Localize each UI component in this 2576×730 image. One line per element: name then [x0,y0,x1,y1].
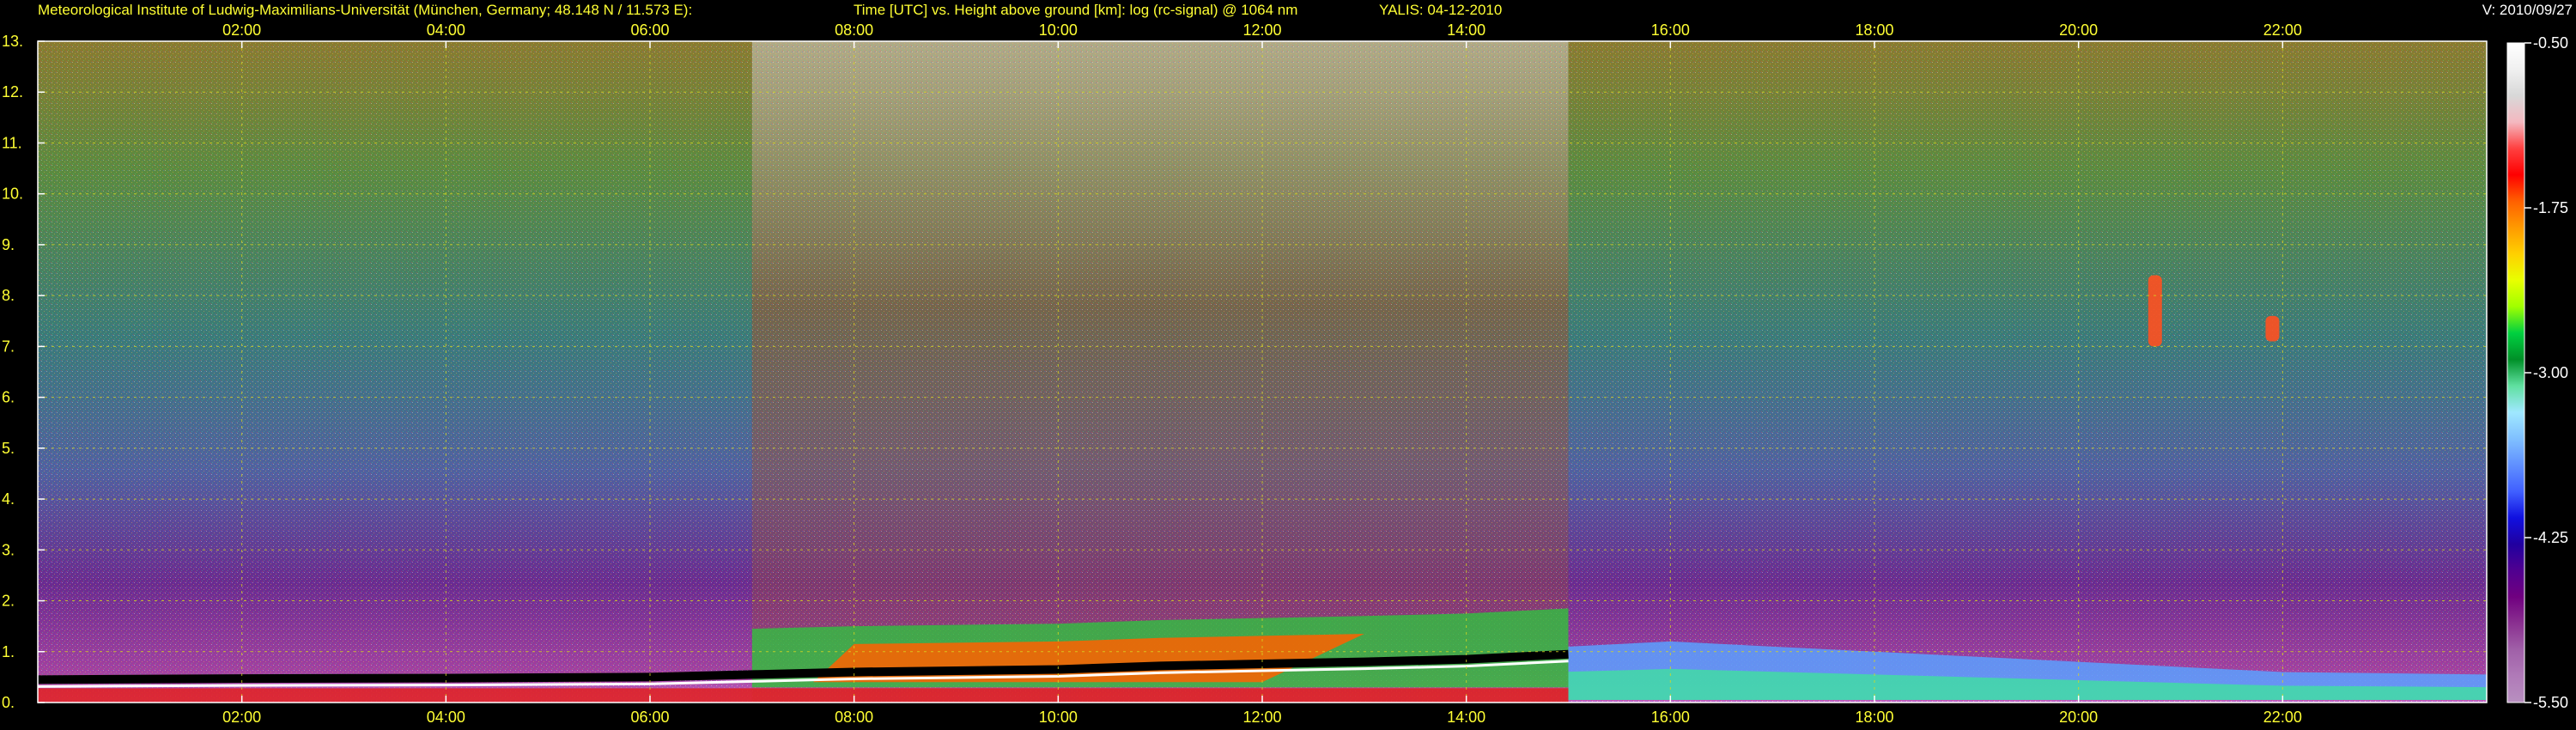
colorbar-tick-label: -0.50 [2533,34,2568,52]
y-tick-label: 4. [2,490,15,508]
y-tick-label: 6. [2,389,15,406]
x-tick-label-bottom: 20:00 [2059,709,2098,726]
colorbar: -0.50 -1.75 -3.00 -4.25 -5.50 [2506,34,2568,711]
y-tick-label: 7. [2,338,15,355]
x-tick-label-top: 02:00 [222,21,261,39]
lidar-chart: 02:00 04:00 06:00 08:00 10:00 12:00 14:00 16:00… [2,21,2568,726]
y-tick-label: 5. [2,440,15,457]
x-tick-label-top: 12:00 [1242,21,1281,39]
x-tick-label-top: 06:00 [630,21,669,39]
x-tick-label-bottom: 02:00 [222,709,261,726]
x-tick-label-bottom: 16:00 [1651,709,1690,726]
x-tick-label-top: 14:00 [1447,21,1485,39]
colorbar-tick-label: -5.50 [2533,694,2568,711]
y-tick-label: 8. [2,287,15,304]
y-tick-label: 3. [2,541,15,558]
x-tick-label-top: 04:00 [427,21,465,39]
x-tick-label-top: 08:00 [835,21,873,39]
colorbar-scale [2506,42,2525,703]
y-tick-label: 12. [2,83,23,100]
x-tick-label-top: 10:00 [1039,21,1078,39]
x-tick-label-bottom: 22:00 [2263,709,2302,726]
y-tick-label: 13. [2,33,23,50]
x-tick-label-bottom: 04:00 [427,709,465,726]
near-ground-signal [38,688,1569,703]
x-tick-label-top: 18:00 [1855,21,1893,39]
cloud-2 [2265,315,2280,342]
x-tick-label-top: 16:00 [1651,21,1690,39]
y-tick-label: 11. [2,134,22,151]
y-tick-label: 0. [2,694,15,711]
y-tick-label: 9. [2,236,15,253]
colorbar-tick-label: -1.75 [2533,199,2568,216]
x-tick-label-top: 22:00 [2263,21,2302,39]
x-tick-label-bottom: 12:00 [1242,709,1281,726]
x-tick-label-bottom: 10:00 [1039,709,1078,726]
x-tick-label-top: 20:00 [2059,21,2098,39]
lidar-quicklook: Meteorological Institute of Ludwig-Maxim… [0,0,2576,730]
y-tick-label: 2. [2,593,15,610]
x-tick-label-bottom: 18:00 [1855,709,1893,726]
colorbar-tick-label: -3.00 [2533,364,2568,381]
x-tick-label-bottom: 14:00 [1447,709,1485,726]
cloud-1 [2148,275,2162,347]
colorbar-tick-label: -4.25 [2533,529,2568,546]
x-tick-label-bottom: 06:00 [630,709,669,726]
x-tick-label-bottom: 08:00 [835,709,873,726]
y-tick-label: 10. [2,186,23,203]
y-tick-label: 1. [2,643,15,660]
